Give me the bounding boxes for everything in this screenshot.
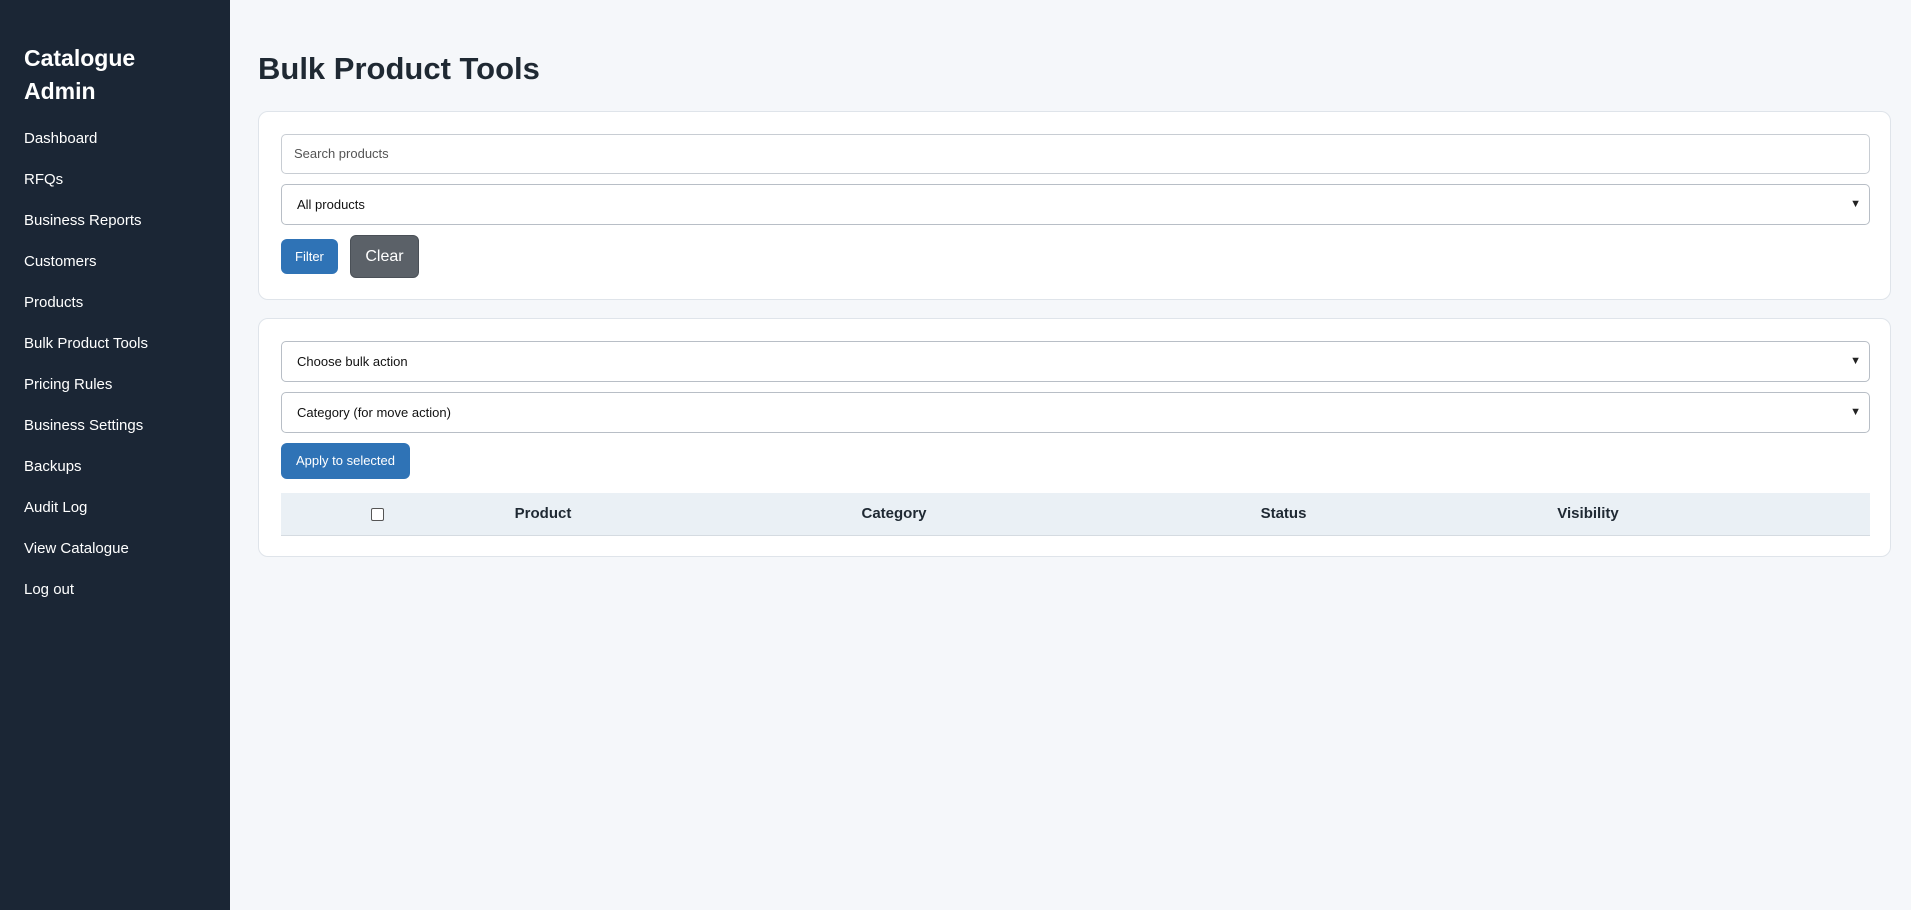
filter-card: Search products All products ▼ Filter Cl… [258, 111, 1891, 300]
sidebar-item-bulk-product-tools[interactable]: Bulk Product Tools [24, 334, 230, 375]
select-all-checkbox[interactable] [370, 507, 384, 521]
sidebar-item-log-out[interactable]: Log out [24, 580, 230, 621]
product-scope-value: All products [297, 197, 365, 212]
page-title: Bulk Product Tools [258, 51, 540, 86]
product-scope-select[interactable]: All products ▼ [281, 184, 1870, 225]
column-header-status[interactable]: Status [1175, 493, 1392, 536]
products-table: Product Category Status Visibility [281, 493, 1870, 536]
sidebar-item-business-reports[interactable]: Business Reports [24, 211, 230, 252]
sidebar-item-rfqs[interactable]: RFQs [24, 170, 230, 211]
filter-actions: Filter Clear [281, 235, 1868, 278]
sidebar: Catalogue Admin Dashboard RFQs Business … [0, 0, 230, 910]
main-content: Bulk Product Tools Search products All p… [258, 0, 1891, 557]
column-header-category[interactable]: Category [613, 493, 1175, 536]
clear-button[interactable]: Clear [350, 235, 419, 278]
sidebar-item-business-settings[interactable]: Business Settings [24, 416, 230, 457]
bulk-action-card: Choose bulk action ▼ Category (for move … [258, 318, 1891, 557]
chevron-down-icon: ▼ [1850, 355, 1861, 367]
column-header-visibility[interactable]: Visibility [1392, 493, 1784, 536]
sidebar-item-products[interactable]: Products [24, 293, 230, 334]
select-all-header [281, 493, 473, 536]
table-header-row: Product Category Status Visibility [281, 493, 1870, 536]
apply-to-selected-button[interactable]: Apply to selected [281, 443, 411, 479]
bulk-action-value: Choose bulk action [297, 354, 408, 369]
chevron-down-icon: ▼ [1850, 198, 1861, 210]
bulk-action-select[interactable]: Choose bulk action ▼ [281, 341, 1870, 382]
sidebar-item-dashboard[interactable]: Dashboard [24, 129, 230, 170]
filter-button[interactable]: Filter [281, 239, 338, 274]
search-input[interactable]: Search products [281, 134, 1870, 174]
sidebar-item-backups[interactable]: Backups [24, 457, 230, 498]
category-select[interactable]: Category (for move action) ▼ [281, 392, 1870, 433]
chevron-down-icon: ▼ [1850, 406, 1861, 418]
sidebar-item-audit-log[interactable]: Audit Log [24, 498, 230, 539]
column-header-filler [1784, 493, 1870, 536]
sidebar-item-pricing-rules[interactable]: Pricing Rules [24, 375, 230, 416]
column-header-product[interactable]: Product [473, 493, 613, 536]
sidebar-nav: Dashboard RFQs Business Reports Customer… [24, 129, 230, 621]
brand-title: Catalogue Admin [24, 45, 136, 104]
sidebar-item-customers[interactable]: Customers [24, 252, 230, 293]
sidebar-item-view-catalogue[interactable]: View Catalogue [24, 539, 230, 580]
category-value: Category (for move action) [297, 405, 451, 420]
